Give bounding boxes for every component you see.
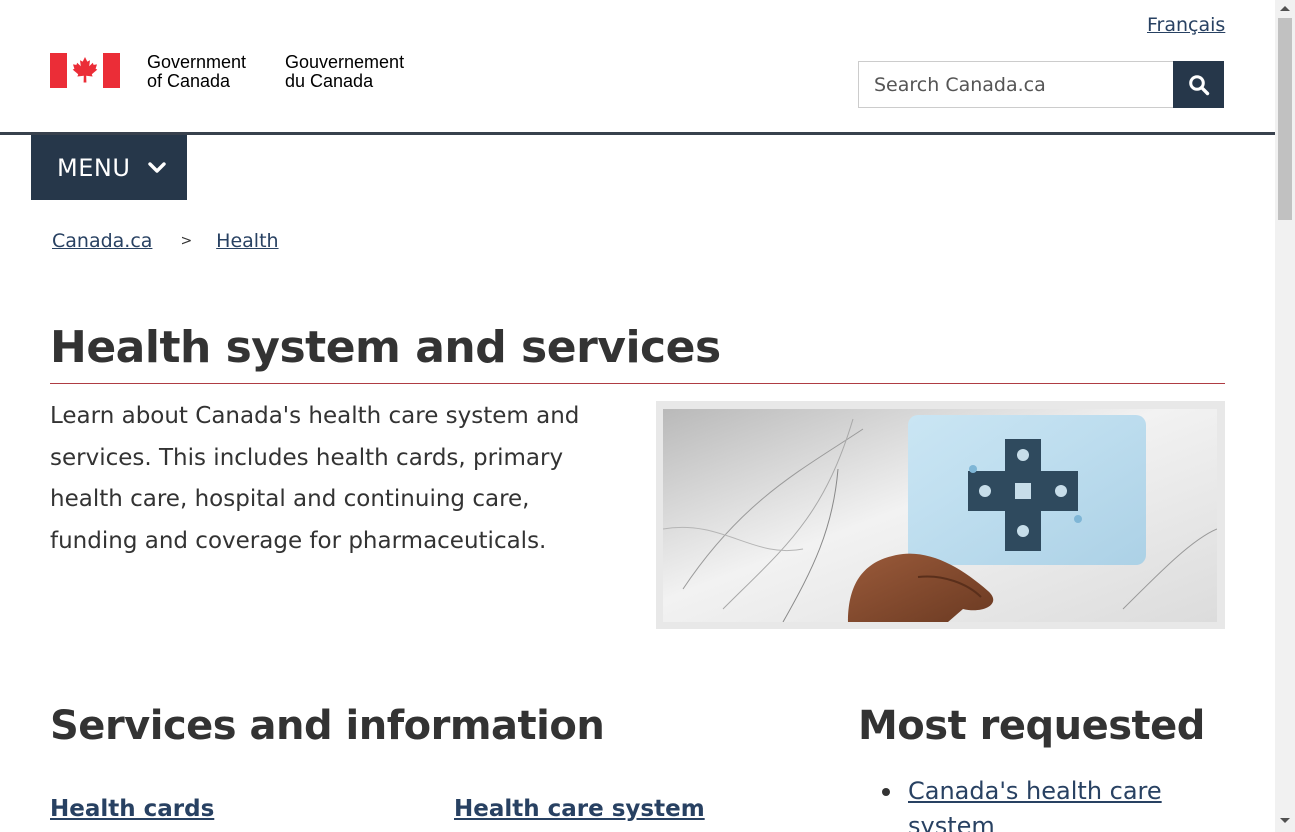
services-heading: Services and information (50, 703, 605, 749)
breadcrumb-separator: > (180, 233, 193, 249)
search-icon (1188, 74, 1209, 95)
list-item: Canada's health care system (882, 774, 1212, 832)
search-button[interactable] (1173, 61, 1224, 108)
scroll-up-arrow-icon[interactable] (1280, 6, 1290, 11)
wordmark-english: Government of Canada (147, 52, 247, 91)
breadcrumb: Canada.ca > Health (52, 230, 279, 252)
language-toggle-link[interactable]: Français (1147, 14, 1225, 36)
scrollbar-thumb[interactable] (1278, 18, 1292, 220)
site-search (858, 61, 1224, 108)
page-title: Health system and services (50, 322, 721, 373)
breadcrumb-link-canada[interactable]: Canada.ca (52, 230, 152, 252)
service-link-health-care-system[interactable]: Health care system (454, 796, 705, 822)
menu-button[interactable]: MENU (31, 135, 187, 200)
header-divider (0, 132, 1275, 135)
most-requested-list: Canada's health care system (882, 774, 1212, 832)
chevron-down-icon (148, 161, 167, 174)
menu-label: MENU (57, 153, 131, 182)
vertical-scrollbar[interactable] (1275, 0, 1295, 832)
breadcrumb-link-health[interactable]: Health (216, 230, 278, 252)
wordmark-french: Gouvernement du Canada (285, 52, 405, 91)
feature-image-frame (656, 401, 1225, 629)
intro-paragraph: Learn about Canada's health care system … (50, 403, 580, 554)
search-input[interactable] (858, 61, 1173, 108)
health-card-image (663, 409, 1217, 622)
canada-flag-icon (50, 53, 120, 88)
scroll-down-arrow-icon[interactable] (1280, 818, 1290, 823)
most-requested-heading: Most requested (858, 703, 1205, 749)
most-requested-link[interactable]: Canada's health care system (908, 777, 1162, 832)
service-link-health-cards[interactable]: Health cards (50, 796, 214, 822)
title-underline (50, 383, 1225, 384)
government-of-canada-signature[interactable]: Government of Canada Gouvernement du Can… (50, 53, 404, 91)
